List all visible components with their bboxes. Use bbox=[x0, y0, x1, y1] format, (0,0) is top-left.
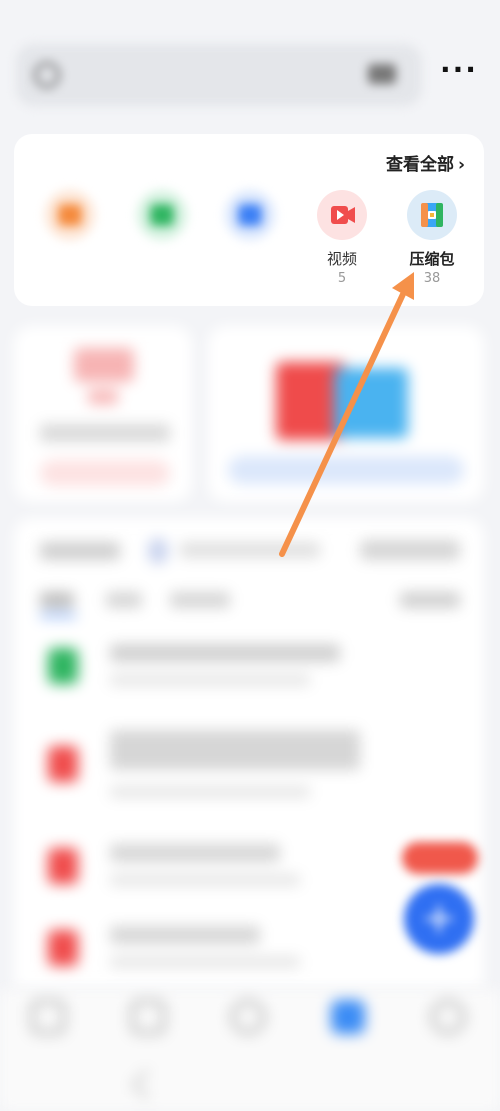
annotation-arrow bbox=[279, 272, 414, 557]
